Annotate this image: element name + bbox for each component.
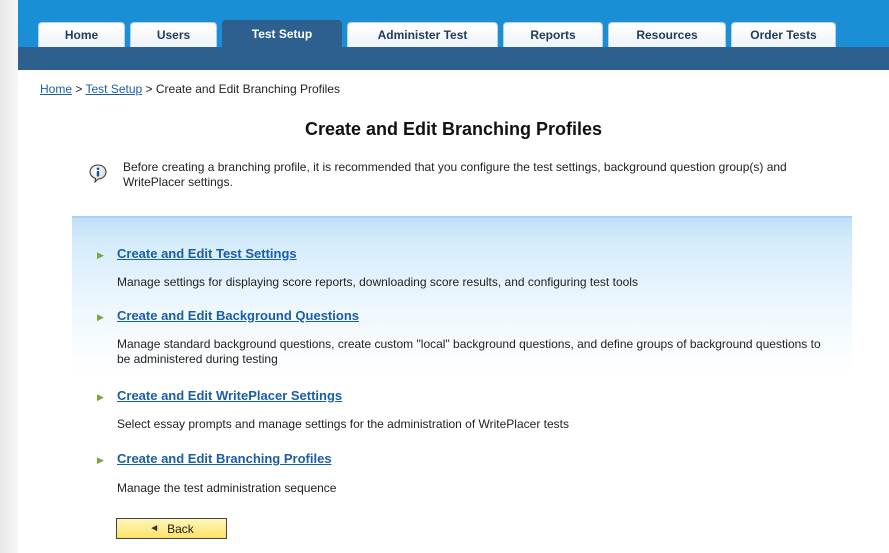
bullet-arrow-icon: ▶ bbox=[97, 250, 104, 260]
tab-administer-test[interactable]: Administer Test bbox=[347, 22, 498, 47]
page-title: Create and Edit Branching Profiles bbox=[304, 119, 603, 139]
nav-subbar bbox=[18, 47, 889, 70]
item-description: Manage settings for displaying score rep… bbox=[117, 275, 638, 289]
link-background-questions[interactable]: Create and Edit Background Questions bbox=[117, 308, 359, 323]
bullet-arrow-icon: ▶ bbox=[97, 392, 104, 402]
back-arrow-icon: ◄ bbox=[149, 523, 160, 534]
item-description: Manage the test administration sequence bbox=[117, 481, 337, 495]
app-window: Home Users Test Setup Administer Test Re… bbox=[18, 0, 889, 553]
info-icon bbox=[88, 163, 108, 184]
breadcrumb-separator: > bbox=[142, 82, 156, 96]
info-message: Before creating a branching profile, it … bbox=[123, 160, 787, 189]
tab-reports[interactable]: Reports bbox=[503, 22, 603, 47]
breadcrumb-separator: > bbox=[72, 82, 86, 96]
item-description: Select essay prompts and manage settings… bbox=[117, 417, 569, 431]
tab-order-tests[interactable]: Order Tests bbox=[731, 22, 836, 47]
bullet-arrow-icon: ▶ bbox=[97, 312, 104, 322]
link-test-settings[interactable]: Create and Edit Test Settings bbox=[117, 246, 297, 261]
back-button-label: Back bbox=[167, 521, 194, 536]
link-branching-profiles[interactable]: Create and Edit Branching Profiles bbox=[117, 451, 332, 466]
main-tabs: Home Users Test Setup Administer Test Re… bbox=[38, 20, 841, 47]
tab-test-setup[interactable]: Test Setup bbox=[222, 20, 342, 47]
breadcrumb: Home > Test Setup > Create and Edit Bran… bbox=[40, 82, 340, 96]
left-gutter bbox=[0, 0, 18, 553]
tab-resources[interactable]: Resources bbox=[608, 22, 726, 47]
back-button[interactable]: ◄ Back bbox=[116, 518, 227, 539]
item-description: Manage standard background questions, cr… bbox=[117, 337, 821, 366]
breadcrumb-home-link[interactable]: Home bbox=[40, 82, 72, 96]
breadcrumb-test-setup-link[interactable]: Test Setup bbox=[85, 82, 142, 96]
breadcrumb-current: Create and Edit Branching Profiles bbox=[155, 82, 340, 96]
link-writeplacer-settings[interactable]: Create and Edit WritePlacer Settings bbox=[117, 388, 342, 403]
bullet-arrow-icon: ▶ bbox=[97, 455, 104, 465]
tab-users[interactable]: Users bbox=[130, 22, 217, 47]
tab-home[interactable]: Home bbox=[38, 22, 125, 47]
